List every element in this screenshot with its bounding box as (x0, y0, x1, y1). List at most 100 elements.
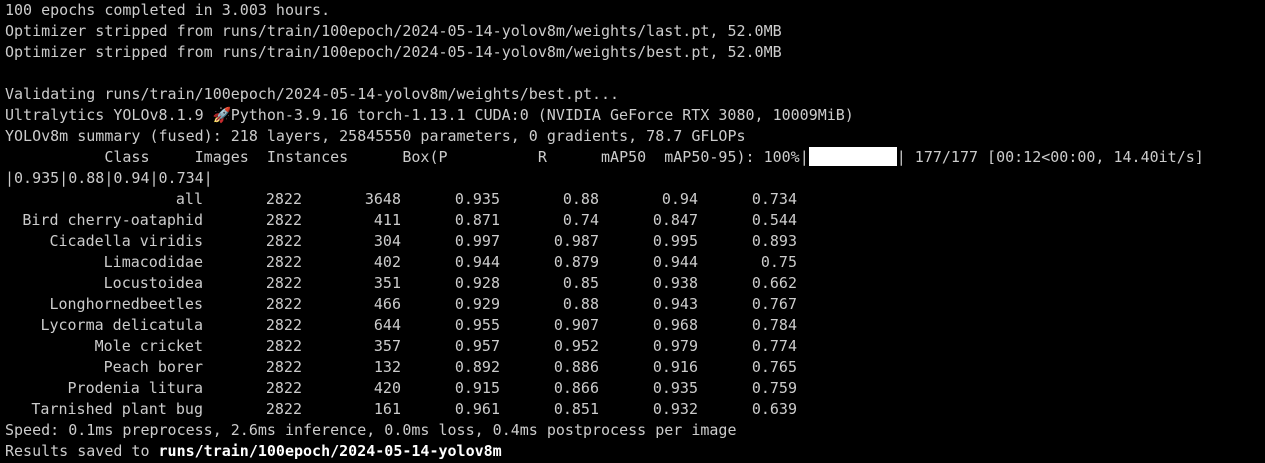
recall-cell: 0.879 (553, 253, 599, 271)
precision-cell: 0.929 (454, 295, 500, 313)
images-cell: 2822 (265, 211, 302, 229)
recall-cell: 0.866 (553, 379, 599, 397)
images-cell: 2822 (265, 379, 302, 397)
recall-cell: 0.952 (553, 337, 599, 355)
wrapped-metrics-line: |0.935|0.88|0.94|0.734| (5, 169, 213, 187)
recall-cell: 0.907 (553, 316, 599, 334)
table-row: Longhornedbeetles 2822 466 0.929 0.88 0.943 0.… (0, 294, 820, 315)
recall-cell: 0.886 (553, 358, 599, 376)
validating-line: Validating runs/train/100epoch/2024-05-1… (5, 85, 620, 103)
images-cell: 2822 (265, 295, 302, 313)
map50-cell: 0.916 (652, 358, 698, 376)
progress-stats: | 177/177 [00:12<00:00, 14.40it/s] (896, 148, 1204, 166)
images-cell: 2822 (265, 190, 302, 208)
instances-cell: 466 (373, 295, 401, 313)
precision-cell: 0.928 (454, 274, 500, 292)
table-row: Bird cherry-oataphid 2822 411 0.871 0.74 0.84… (0, 210, 820, 231)
precision-cell: 0.915 (454, 379, 500, 397)
table-header-columns: Class Images Instances Box(P R mAP50 mAP… (5, 148, 809, 166)
map50-cell: 0.968 (652, 316, 698, 334)
ultralytics-prefix: Ultralytics YOLOv8.1.9 (5, 106, 213, 124)
map50-95-cell: 0.893 (751, 232, 797, 250)
table-row: Limacodidae 2822 402 0.944 0.879 0.944 0.75 (0, 252, 820, 273)
instances-cell: 357 (373, 337, 401, 355)
table-row: Lycorma delicatula 2822 644 0.955 0.907 0.968… (0, 315, 820, 336)
map50-95-cell: 0.759 (751, 379, 797, 397)
map50-95-cell: 0.639 (751, 400, 797, 418)
table-row: Tarnished plant bug 2822 161 0.961 0.851 0.93… (0, 399, 820, 420)
speed-line: Speed: 0.1ms preprocess, 2.6ms inference… (5, 421, 737, 439)
class-cell: Tarnished plant bug (31, 400, 203, 418)
precision-cell: 0.997 (454, 232, 500, 250)
instances-cell: 402 (373, 253, 401, 271)
ultralytics-version-line: Ultralytics YOLOv8.1.9 🚀Python-3.9.16 to… (5, 105, 854, 126)
map50-cell: 0.935 (652, 379, 698, 397)
map50-95-cell: 0.767 (751, 295, 797, 313)
class-cell: all (175, 190, 203, 208)
images-cell: 2822 (265, 337, 302, 355)
map50-95-cell: 0.734 (751, 190, 797, 208)
table-row: all 2822 3648 0.935 0.88 0.94 0.734 (0, 189, 820, 210)
table-row: Locustoidea 2822 351 0.928 0.85 0.938 0.662 (0, 273, 820, 294)
map50-cell: 0.979 (652, 337, 698, 355)
table-header-progress-line: Class Images Instances Box(P R mAP50 mAP… (5, 147, 1204, 168)
results-path: runs/train/100epoch/2024-05-14-yolov8m (158, 442, 502, 460)
recall-cell: 0.85 (562, 274, 599, 292)
class-cell: Peach borer (103, 358, 203, 376)
map50-95-cell: 0.544 (751, 211, 797, 229)
recall-cell: 0.88 (562, 190, 599, 208)
map50-cell: 0.938 (652, 274, 698, 292)
images-cell: 2822 (265, 316, 302, 334)
map50-95-cell: 0.662 (751, 274, 797, 292)
recall-cell: 0.851 (553, 400, 599, 418)
table-row: Prodenia litura 2822 420 0.915 0.866 0.935 0.7… (0, 378, 820, 399)
optimizer-strip-best-line: Optimizer stripped from runs/train/100ep… (5, 43, 782, 61)
map50-95-cell: 0.75 (760, 253, 797, 271)
epochs-complete-line: 100 epochs completed in 3.003 hours. (5, 1, 331, 19)
recall-cell: 0.74 (562, 211, 599, 229)
images-cell: 2822 (265, 232, 302, 250)
images-cell: 2822 (265, 400, 302, 418)
class-cell: Locustoidea (103, 274, 203, 292)
map50-cell: 0.995 (652, 232, 698, 250)
images-cell: 2822 (265, 253, 302, 271)
class-cell: Limacodidae (103, 253, 203, 271)
table-row: Cicadella viridis 2822 304 0.997 0.987 0.995 0… (0, 231, 820, 252)
instances-cell: 644 (373, 316, 401, 334)
precision-cell: 0.871 (454, 211, 500, 229)
instances-cell: 3648 (364, 190, 401, 208)
precision-cell: 0.961 (454, 400, 500, 418)
terminal-output: 100 epochs completed in 3.003 hours. Opt… (0, 0, 1265, 463)
results-prefix: Results saved to (5, 442, 159, 460)
precision-cell: 0.892 (454, 358, 500, 376)
map50-cell: 0.943 (652, 295, 698, 313)
model-summary-line: YOLOv8m summary (fused): 218 layers, 258… (5, 127, 746, 145)
class-cell: Longhornedbeetles (49, 295, 203, 313)
map50-95-cell: 0.765 (751, 358, 797, 376)
optimizer-strip-last-line: Optimizer stripped from runs/train/100ep… (5, 22, 782, 40)
environment-info: Python-3.9.16 torch-1.13.1 CUDA:0 (NVIDI… (230, 106, 854, 124)
class-cell: Mole cricket (94, 337, 203, 355)
instances-cell: 161 (373, 400, 401, 418)
precision-cell: 0.955 (454, 316, 500, 334)
map50-cell: 0.847 (652, 211, 698, 229)
table-row: Peach borer 2822 132 0.892 0.886 0.916 0.765 (0, 357, 820, 378)
class-cell: Prodenia litura (67, 379, 203, 397)
images-cell: 2822 (265, 274, 302, 292)
map50-cell: 0.94 (661, 190, 698, 208)
recall-cell: 0.88 (562, 295, 599, 313)
table-row: Mole cricket 2822 357 0.957 0.952 0.979 0.774 (0, 336, 820, 357)
class-cell: Cicadella viridis (49, 232, 203, 250)
instances-cell: 411 (373, 211, 401, 229)
precision-cell: 0.935 (454, 190, 500, 208)
instances-cell: 132 (373, 358, 401, 376)
map50-cell: 0.932 (652, 400, 698, 418)
class-cell: Lycorma delicatula (40, 316, 203, 334)
images-cell: 2822 (265, 358, 302, 376)
map50-95-cell: 0.784 (751, 316, 797, 334)
instances-cell: 420 (373, 379, 401, 397)
precision-cell: 0.944 (454, 253, 500, 271)
class-cell: Bird cherry-oataphid (22, 211, 203, 229)
progress-bar (808, 147, 897, 166)
map50-95-cell: 0.774 (751, 337, 797, 355)
